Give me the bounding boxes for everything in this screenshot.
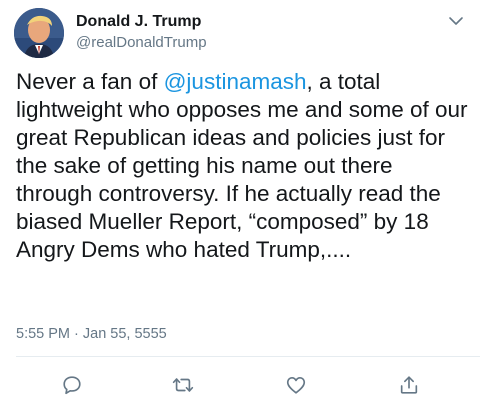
chevron-down-icon[interactable] (448, 14, 464, 26)
retweet-icon[interactable] (168, 370, 198, 400)
mention-link[interactable]: @justinamash (164, 69, 307, 94)
heart-icon[interactable] (281, 370, 311, 400)
reply-icon[interactable] (57, 370, 87, 400)
divider (16, 356, 480, 357)
author-info: Donald J. Trump @realDonaldTrump (76, 12, 207, 53)
tweet-card: Donald J. Trump @realDonaldTrump Never a… (0, 0, 480, 410)
share-icon[interactable] (394, 370, 424, 400)
author-display-name[interactable]: Donald J. Trump (76, 12, 207, 32)
tweet-text-rest: , a total lightweight who opposes me and… (16, 69, 468, 262)
avatar[interactable] (14, 8, 64, 58)
tweet-timestamp[interactable]: 5:55 PM · Jan 55, 5555 (16, 325, 167, 343)
author-handle[interactable]: @realDonaldTrump (76, 33, 207, 53)
tweet-text: Never a fan of @justinamash, a total lig… (16, 68, 468, 264)
action-bar (0, 370, 480, 400)
tweet-text-start: Never a fan of (16, 69, 164, 94)
